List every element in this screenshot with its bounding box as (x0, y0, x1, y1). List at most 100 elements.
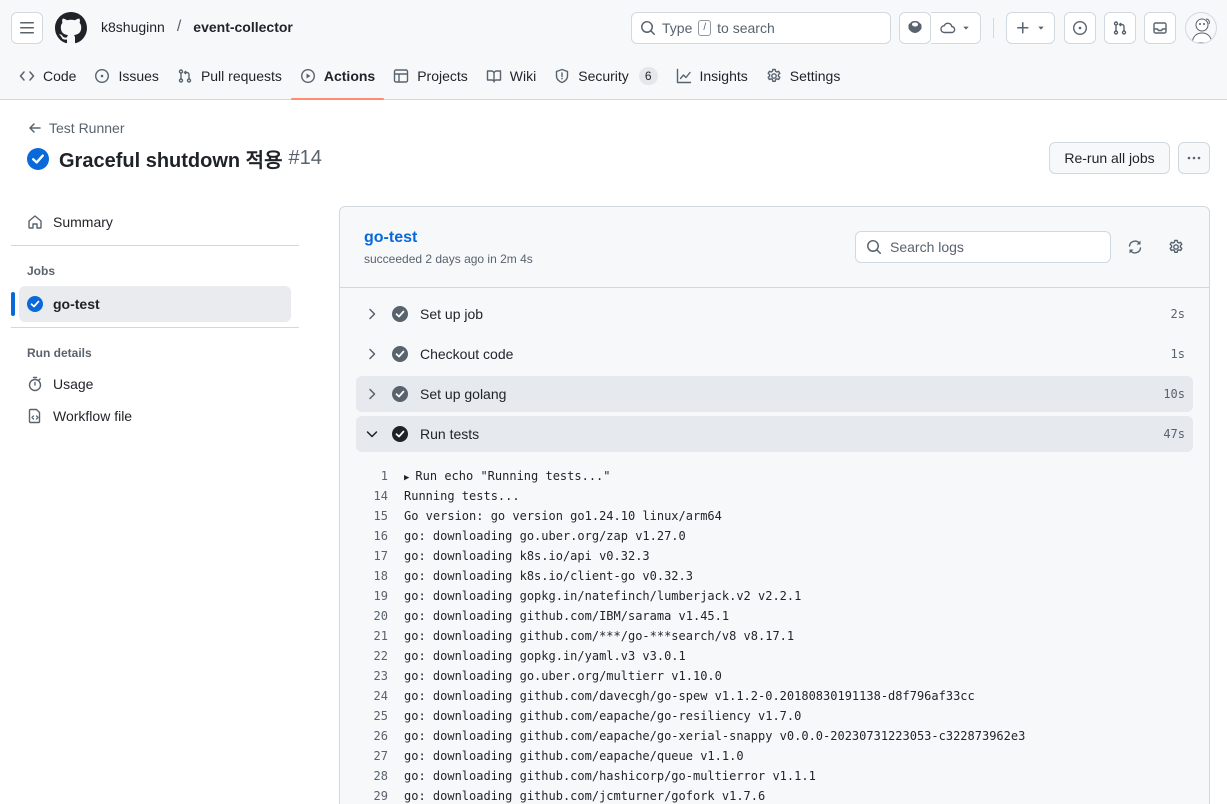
line-number[interactable]: 27 (356, 749, 404, 763)
sidebar-item-label: Usage (53, 376, 94, 392)
line-number[interactable]: 23 (356, 669, 404, 683)
tab-label: Wiki (509, 68, 537, 84)
menu-button[interactable] (11, 12, 43, 44)
log-text: go: downloading github.com/eapache/go-xe… (404, 729, 1026, 743)
arrow-left-icon (29, 123, 41, 133)
log-line: 20 go: downloading github.com/IBM/sarama … (356, 606, 1209, 626)
tab-pull-requests[interactable]: Pull requests (168, 56, 291, 96)
tab-actions[interactable]: Actions (290, 56, 385, 100)
run-number: #14 (288, 147, 322, 169)
step-name: Checkout code (420, 346, 514, 362)
step-row[interactable]: Set up job 2s (356, 296, 1193, 332)
search-shortcut-key: / (698, 20, 712, 36)
tab-projects[interactable]: Projects (384, 56, 477, 96)
line-number[interactable]: 15 (356, 509, 404, 523)
step-duration: 47s (1163, 427, 1185, 441)
step-row[interactable]: Set up golang 10s (356, 376, 1193, 412)
line-number[interactable]: 25 (356, 709, 404, 723)
job-name-link[interactable]: go-test (364, 229, 417, 247)
repo-link[interactable]: event-collector (193, 19, 293, 35)
sidebar-divider (11, 245, 299, 246)
log-line: 28 go: downloading github.com/hashicorp/g… (356, 766, 1209, 786)
refresh-button[interactable] (1123, 235, 1147, 259)
copilot-menu-button[interactable] (931, 12, 981, 44)
avatar[interactable] (1185, 12, 1217, 44)
header-divider (993, 18, 994, 38)
tab-wiki[interactable]: Wiki (477, 56, 545, 96)
job-steps: Set up job 2s Checkout code 1s Set up go… (340, 288, 1209, 452)
kebab-horizontal-icon (1187, 156, 1201, 160)
check-circle-fill-icon (392, 386, 408, 402)
triangle-right-icon[interactable]: ▶ (404, 473, 409, 483)
run-title: Graceful shutdown 적용 (59, 150, 283, 172)
tab-settings[interactable]: Settings (757, 56, 850, 96)
app-header: k8shuginn / event-collector Type / to se… (0, 0, 1227, 100)
user-avatar-icon (1191, 18, 1213, 43)
security-counter-badge: 6 (638, 67, 658, 85)
more-options-button[interactable] (1178, 142, 1210, 174)
issues-button[interactable] (1064, 12, 1096, 44)
sidebar-item-label: go-test (53, 296, 100, 312)
search-prefix: Type (662, 20, 693, 36)
sidebar-divider (11, 327, 299, 328)
pull-requests-button[interactable] (1104, 12, 1136, 44)
tab-label: Code (43, 68, 77, 84)
log-settings-button[interactable] (1164, 235, 1188, 259)
log-text: Running tests... (404, 489, 520, 503)
global-search[interactable]: Type / to search (631, 12, 891, 44)
tab-label: Insights (699, 68, 748, 84)
line-number[interactable]: 28 (356, 769, 404, 783)
line-number[interactable]: 14 (356, 489, 404, 503)
owner-link[interactable]: k8shuginn (101, 19, 165, 35)
search-logs-input[interactable]: Search logs (855, 231, 1111, 263)
line-number[interactable]: 26 (356, 729, 404, 743)
log-line: 1 ▶ Run echo "Running tests..." (356, 466, 1209, 486)
line-number[interactable]: 16 (356, 529, 404, 543)
step-row[interactable]: Checkout code 1s (356, 336, 1193, 372)
sidebar-item-go-test[interactable]: go-test (11, 286, 291, 322)
log-group-title: Run echo "Running tests..." (415, 469, 611, 483)
step-row-expanded[interactable]: Run tests 47s (356, 416, 1193, 452)
line-number[interactable]: 22 (356, 649, 404, 663)
chevron-down-icon (1037, 26, 1044, 30)
sidebar-item-workflow-file[interactable]: Workflow file (11, 400, 299, 432)
log-line: 29 go: downloading github.com/jcmturner/g… (356, 786, 1209, 804)
line-number[interactable]: 24 (356, 689, 404, 703)
rerun-all-jobs-button[interactable]: Re-run all jobs (1049, 142, 1170, 174)
back-to-workflow-link[interactable]: Test Runner (27, 120, 124, 136)
log-text: go: downloading go.uber.org/zap v1.27.0 (404, 529, 686, 543)
chevron-down-icon (364, 426, 380, 442)
line-number[interactable]: 18 (356, 569, 404, 583)
check-circle-fill-icon (27, 296, 43, 312)
home-icon (28, 215, 42, 229)
sidebar-item-summary[interactable]: Summary (11, 204, 299, 240)
line-number[interactable]: 20 (356, 609, 404, 623)
graph-icon (676, 68, 691, 84)
sidebar-item-usage[interactable]: Usage (11, 368, 299, 400)
tab-insights[interactable]: Insights (667, 56, 757, 96)
pull-request-icon (178, 69, 192, 83)
inbox-button[interactable] (1144, 12, 1176, 44)
file-code-icon (28, 408, 41, 424)
line-number[interactable]: 21 (356, 629, 404, 643)
create-new-button[interactable] (1006, 12, 1055, 44)
line-number[interactable]: 1 (356, 469, 404, 483)
copilot-button[interactable] (899, 12, 931, 44)
step-duration: 1s (1170, 347, 1185, 361)
tab-code[interactable]: Code (10, 56, 85, 96)
line-number[interactable]: 29 (356, 789, 404, 803)
tab-security[interactable]: Security 6 (545, 56, 666, 96)
check-circle-fill-icon (392, 426, 408, 442)
issue-icon (95, 68, 110, 84)
hamburger-icon (20, 22, 34, 34)
tab-issues[interactable]: Issues (85, 56, 167, 96)
log-text[interactable]: ▶ Run echo "Running tests..." (404, 469, 611, 483)
chevron-right-icon (364, 386, 380, 402)
gear-icon (767, 68, 781, 82)
github-logo-icon[interactable] (55, 12, 87, 44)
step-name: Set up golang (420, 386, 507, 402)
line-number[interactable]: 17 (356, 549, 404, 563)
cloud-icon (939, 22, 955, 34)
line-number[interactable]: 19 (356, 589, 404, 603)
code-icon (19, 71, 35, 81)
